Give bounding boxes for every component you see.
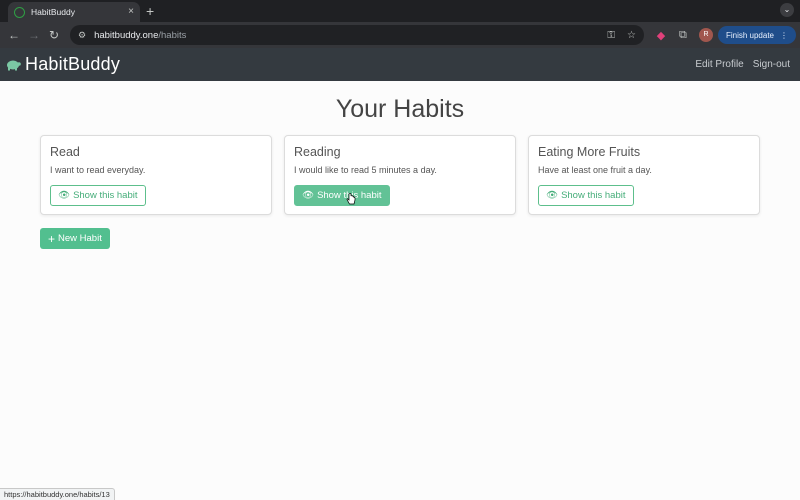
page-title: Your Habits — [335, 95, 465, 123]
habit-name: Reading — [294, 145, 341, 159]
status-bar-url: https://habitbuddy.one/habits/13 — [0, 488, 115, 500]
show-habit-label: Show this habit — [561, 190, 626, 201]
address-bar[interactable]: ⚙ habitbuddy.one /habits ⚿ ☆ — [70, 25, 644, 45]
extensions-puzzle-icon[interactable]: ⧉ — [672, 29, 694, 42]
browser-toolbar: ← → ↻ ⚙ habitbuddy.one /habits ⚿ ☆ ◆ ⧉ R… — [0, 22, 800, 48]
extension-icon[interactable]: ◆ — [650, 29, 672, 42]
show-habit-button[interactable]: 👁 Show this habit — [538, 185, 634, 206]
forward-arrow-icon[interactable]: → — [24, 28, 44, 42]
habit-description: Have at least one fruit a day. — [538, 165, 652, 175]
habit-description: I would like to read 5 minutes a day. — [294, 165, 437, 175]
eye-icon: 👁 — [58, 190, 71, 201]
hand-pointer-cursor-icon — [346, 193, 356, 205]
password-key-icon[interactable]: ⚿ — [607, 30, 615, 41]
habit-card: Read I want to read everyday. 👁 Show thi… — [40, 135, 272, 215]
habit-card: Eating More Fruits Have at least one fru… — [528, 135, 760, 215]
back-arrow-icon[interactable]: ← — [4, 28, 24, 42]
edit-profile-link[interactable]: Edit Profile — [695, 59, 743, 70]
reload-icon[interactable]: ↻ — [44, 28, 64, 42]
url-path: /habits — [158, 29, 187, 41]
eye-icon: 👁 — [546, 190, 559, 201]
sign-out-link[interactable]: Sign-out — [753, 59, 790, 70]
site-settings-icon[interactable]: ⚙ — [78, 30, 86, 41]
turtle-logo-icon — [7, 60, 21, 70]
eye-icon: 👁 — [302, 190, 315, 201]
kebab-menu-icon: ⋮ — [780, 30, 788, 40]
habit-card-list: Read I want to read everyday. 👁 Show thi… — [40, 135, 760, 215]
brand-link[interactable]: HabitBuddy — [6, 54, 120, 75]
url-host: habitbuddy.one — [94, 29, 159, 41]
habit-card: Reading I would like to read 5 minutes a… — [284, 135, 516, 215]
habit-name: Read — [50, 145, 80, 159]
show-habit-button[interactable]: 👁 Show this habit — [294, 185, 390, 206]
brand-name: HabitBuddy — [25, 54, 121, 74]
habit-description: I want to read everyday. — [50, 165, 146, 175]
new-habit-label: New Habit — [58, 233, 102, 244]
app-navbar: HabitBuddy Edit Profile Sign-out — [0, 48, 800, 81]
tab-title: HabitBuddy — [31, 7, 75, 17]
browser-tab-strip: HabitBuddy × + ⌄ — [0, 0, 800, 22]
show-habit-button[interactable]: 👁 Show this habit — [50, 185, 146, 206]
finish-update-label: Finish update — [725, 30, 774, 40]
new-tab-button[interactable]: + — [146, 3, 154, 19]
browser-tab[interactable]: HabitBuddy × — [8, 2, 140, 22]
globe-icon — [14, 6, 25, 18]
tab-search-icon[interactable]: ⌄ — [780, 3, 794, 17]
new-habit-button[interactable]: + New Habit — [40, 228, 110, 249]
tab-close-icon[interactable]: × — [128, 7, 134, 17]
habit-name: Eating More Fruits — [538, 145, 641, 159]
profile-avatar[interactable]: R — [698, 28, 713, 42]
bookmark-star-icon[interactable]: ☆ — [627, 30, 636, 41]
show-habit-label: Show this habit — [73, 190, 138, 201]
finish-update-button[interactable]: Finish update ⋮ — [717, 26, 796, 44]
plus-icon: + — [48, 231, 56, 246]
